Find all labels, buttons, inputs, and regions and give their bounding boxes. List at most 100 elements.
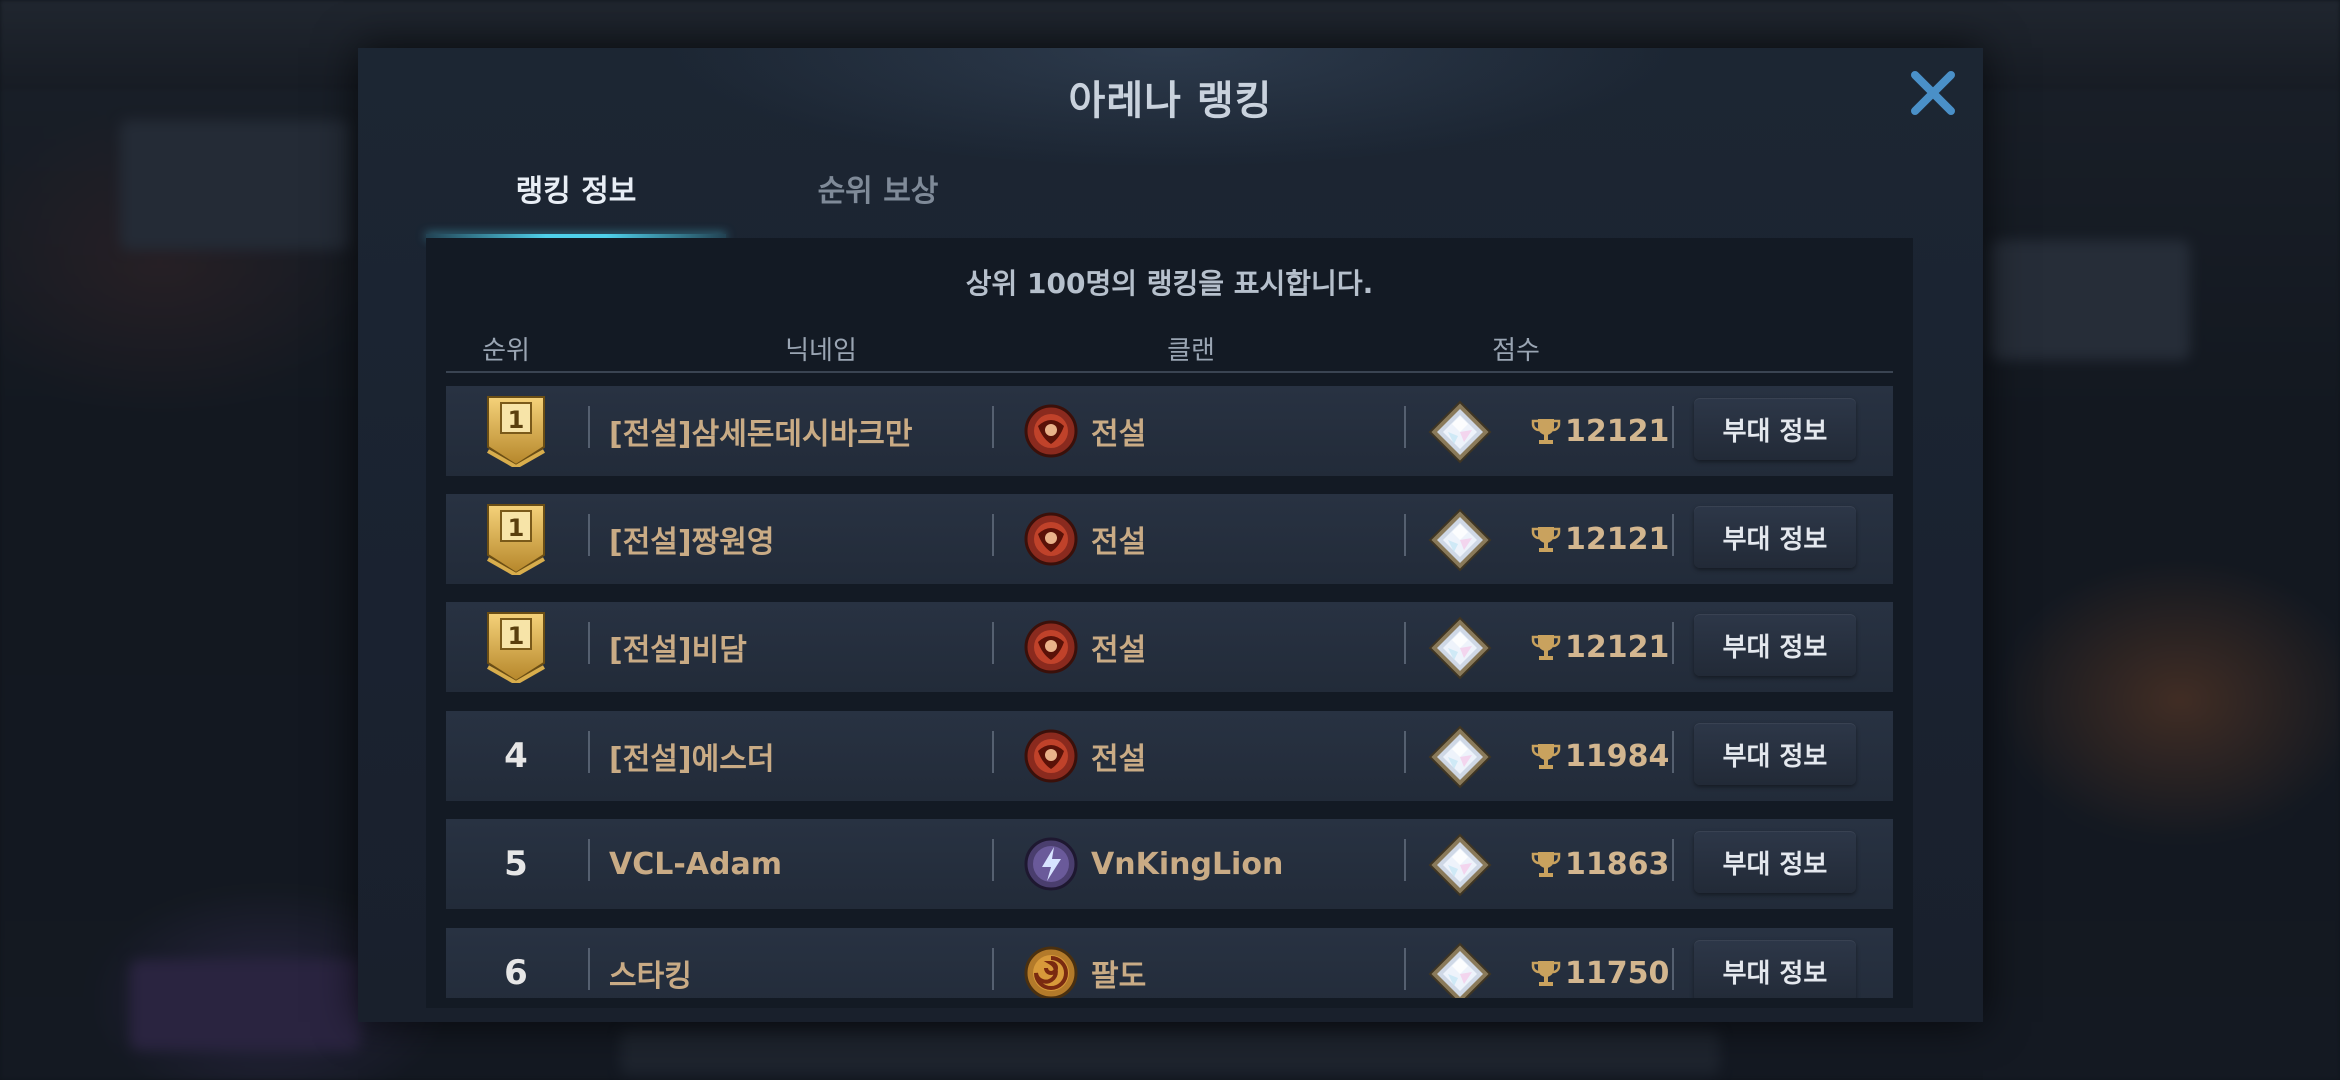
column-separator (588, 731, 590, 773)
rank-number: 5 (504, 844, 528, 884)
modal-title: 아레나 랭킹 (1068, 78, 1273, 124)
score-value-wrap: 11984 (1531, 711, 1669, 801)
purple-lightning-emblem-icon (1024, 837, 1078, 891)
ranking-notice: 상위 100명의 랭킹을 표시합니다. (965, 267, 1374, 300)
diamond-gem-icon (1428, 833, 1492, 897)
tab-rank-rewards[interactable]: 순위 보상 (728, 138, 1028, 238)
rank-cell: 4 (446, 711, 586, 801)
column-separator (992, 731, 994, 773)
tab-rank-rewards-label: 순위 보상 (817, 174, 939, 209)
close-icon (1911, 71, 1955, 115)
score-value: 11984 (1565, 738, 1670, 774)
column-separator (992, 622, 994, 664)
score-value: 11750 (1565, 955, 1670, 991)
column-separator (992, 839, 994, 881)
player-nickname: [전설]짱원영 (609, 525, 775, 560)
clan-name: 팔도 (1091, 959, 1147, 994)
column-separator (588, 948, 590, 990)
gold-rank-badge-icon: 1 (487, 612, 545, 683)
player-nickname: VCL-Adam (609, 846, 782, 882)
column-separator (1404, 731, 1406, 773)
trophy-icon (1531, 961, 1561, 986)
column-separator (1404, 406, 1406, 448)
column-separator (1672, 948, 1674, 990)
rank-cell: 6 (446, 928, 586, 998)
score-value: 12121 (1565, 629, 1670, 665)
player-nickname: [전설]에스더 (609, 742, 775, 777)
ranking-row[interactable]: 4 [전설]에스더 전설 11984 부대 정보 (446, 711, 1893, 801)
column-separator (1672, 514, 1674, 556)
trophy-icon (1531, 635, 1561, 660)
column-header-score: 점수 (1492, 336, 1540, 366)
clan-name: 전설 (1091, 633, 1147, 668)
column-separator (1404, 622, 1406, 664)
score-value-wrap: 12121 (1531, 494, 1669, 584)
ranking-row[interactable]: 5 VCL-Adam VnKingLion 11863 부대 정보 (446, 819, 1893, 909)
ranking-row[interactable]: 1 [전설]짱원영 전설 12121 부대 정보 (446, 494, 1893, 584)
score-value-wrap: 11750 (1531, 928, 1669, 998)
score-value: 11863 (1565, 846, 1670, 882)
header-divider (446, 371, 1893, 373)
score-value-wrap: 12121 (1531, 386, 1669, 476)
tab-ranking-info[interactable]: 랭킹 정보 (426, 138, 726, 238)
column-separator (588, 514, 590, 556)
unit-info-button[interactable]: 부대 정보 (1694, 398, 1856, 460)
ranking-panel: 상위 100명의 랭킹을 표시합니다. 순위 닉네임 클랜 점수 1 [전설]삼… (426, 238, 1913, 1008)
diamond-gem-icon (1428, 508, 1492, 572)
background-panel-left (120, 120, 350, 250)
red-clan-emblem-icon (1024, 512, 1078, 566)
score-value-wrap: 12121 (1531, 602, 1669, 692)
unit-info-button[interactable]: 부대 정보 (1694, 940, 1856, 998)
red-clan-emblem-icon (1024, 404, 1078, 458)
column-separator (588, 839, 590, 881)
red-clan-emblem-icon (1024, 620, 1078, 674)
trophy-icon (1531, 744, 1561, 769)
trophy-icon (1531, 852, 1561, 877)
column-header-nickname: 닉네임 (785, 336, 857, 366)
player-nickname: [전설]비담 (609, 633, 747, 668)
gold-rank-badge-icon: 1 (487, 504, 545, 575)
close-button[interactable] (1898, 58, 1968, 128)
score-value: 12121 (1565, 413, 1670, 449)
trophy-icon (1531, 527, 1561, 552)
background-panel-right (1990, 240, 2190, 360)
unit-info-button[interactable]: 부대 정보 (1694, 506, 1856, 568)
ranking-list[interactable]: 1 [전설]삼세돈데시바크만 전설 12121 부대 정보 1 [전설]짱원영 … (446, 386, 1893, 998)
trophy-icon (1531, 419, 1561, 444)
column-separator (1404, 948, 1406, 990)
column-separator (1672, 839, 1674, 881)
column-separator (1404, 839, 1406, 881)
unit-info-button[interactable]: 부대 정보 (1694, 614, 1856, 676)
ranking-row[interactable]: 1 [전설]삼세돈데시바크만 전설 12121 부대 정보 (446, 386, 1893, 476)
column-separator (1672, 731, 1674, 773)
clan-name: 전설 (1091, 417, 1147, 452)
column-separator (992, 406, 994, 448)
rank-number: 4 (504, 736, 528, 776)
clan-name: VnKingLion (1091, 846, 1284, 882)
score-value-wrap: 11863 (1531, 819, 1669, 909)
column-header-rank: 순위 (482, 336, 530, 366)
background-panel-bottom (620, 1030, 1720, 1075)
rank-badge-number: 1 (508, 622, 525, 650)
column-separator (1672, 622, 1674, 664)
rank-badge-number: 1 (508, 406, 525, 434)
rank-cell: 1 (446, 386, 586, 476)
unit-info-button[interactable]: 부대 정보 (1694, 831, 1856, 893)
column-separator (588, 406, 590, 448)
ranking-row[interactable]: 6 스타킹 팔도 11750 부대 정보 (446, 928, 1893, 998)
diamond-gem-icon (1428, 400, 1492, 464)
diamond-gem-icon (1428, 616, 1492, 680)
rank-badge-number: 1 (508, 514, 525, 542)
unit-info-button[interactable]: 부대 정보 (1694, 723, 1856, 785)
score-value: 12121 (1565, 521, 1670, 557)
ranking-row[interactable]: 1 [전설]비담 전설 12121 부대 정보 (446, 602, 1893, 692)
rank-cell: 5 (446, 819, 586, 909)
column-separator (588, 622, 590, 664)
column-separator (1672, 406, 1674, 448)
red-clan-emblem-icon (1024, 729, 1078, 783)
gold-rank-badge-icon: 1 (487, 396, 545, 467)
rank-number: 6 (504, 953, 528, 993)
player-nickname: [전설]삼세돈데시바크만 (609, 417, 913, 452)
gold-swirl-emblem-icon (1024, 946, 1078, 998)
column-separator (1404, 514, 1406, 556)
